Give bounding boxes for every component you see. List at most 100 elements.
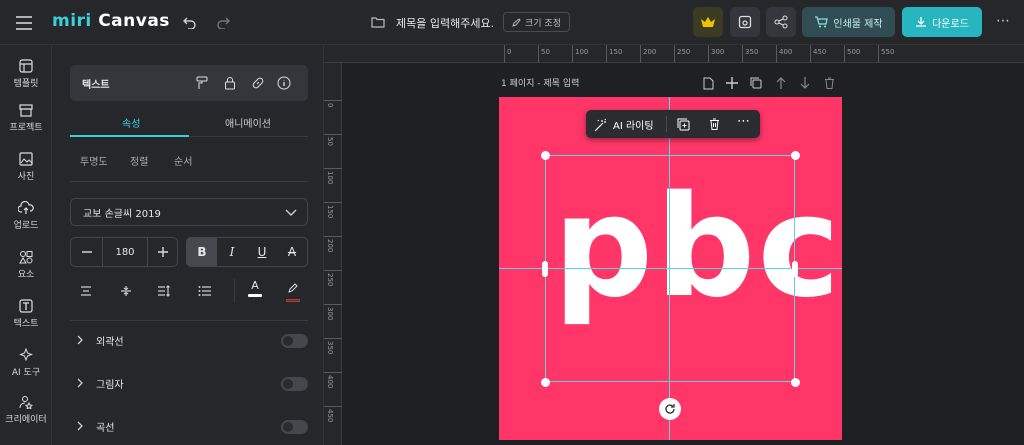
more-options-icon[interactable]: ⋯ [737, 114, 750, 129]
project-icon [19, 104, 33, 117]
ruler-tick-label: 200 [643, 48, 657, 56]
section-shadow[interactable]: 그림자 [70, 370, 308, 396]
info-icon[interactable] [276, 75, 292, 91]
bold-button[interactable]: B [187, 238, 217, 266]
chevron-down-icon [285, 209, 297, 216]
tab-animation[interactable]: 애니메이션 [225, 115, 271, 130]
ruler-tick-label: 200 [326, 239, 334, 253]
font-name: 교보 손글씨 2019 [83, 208, 161, 220]
ruler-tick-label: 0 [507, 48, 512, 56]
sidebar-item-creator[interactable]: 크리에이터 [0, 395, 52, 425]
ruler-tick-label: 400 [779, 48, 793, 56]
ruler-tick [674, 45, 675, 63]
subtab-align[interactable]: 정렬 [130, 153, 148, 168]
section-outline[interactable]: 외곽선 [70, 327, 308, 353]
underline-button[interactable]: U [247, 238, 277, 266]
chevron-right-icon [77, 335, 83, 345]
outline-toggle[interactable] [281, 334, 308, 348]
redo-icon[interactable] [213, 13, 233, 33]
selection-box[interactable] [545, 155, 795, 382]
sidebar-item-photos[interactable]: 사진 [0, 152, 52, 182]
folder-icon[interactable] [369, 13, 387, 31]
align-top-icon[interactable] [78, 283, 94, 299]
share-button[interactable] [766, 7, 796, 37]
line-height-icon[interactable] [156, 283, 172, 299]
ruler-tick-label: 300 [326, 307, 334, 321]
resize-button[interactable]: 크기 조정 [503, 12, 570, 32]
ruler-tick-label: 100 [326, 171, 334, 185]
sidebar-item-elements[interactable]: 요소 [0, 250, 52, 280]
resize-handle-br[interactable] [791, 378, 800, 387]
app-logo[interactable]: miri Canvas [52, 11, 170, 31]
divider [234, 279, 235, 303]
subtab-order[interactable]: 순서 [174, 153, 192, 168]
ruler-tick [742, 45, 743, 63]
download-button[interactable]: 다운로드 [902, 7, 982, 37]
ruler-tick [606, 45, 607, 63]
delete-page-icon[interactable] [822, 76, 836, 90]
premium-button[interactable] [693, 7, 723, 37]
increase-size-button[interactable] [147, 238, 177, 266]
document-title[interactable]: 제목을 입력해주세요. [396, 15, 494, 31]
ruler-tick [324, 100, 342, 101]
resize-handle-tl[interactable] [541, 151, 550, 160]
shadow-toggle[interactable] [281, 377, 308, 391]
magic-wand-icon [594, 118, 607, 131]
strikethrough-button[interactable]: A [277, 238, 307, 266]
duplicate-page-icon[interactable] [749, 76, 763, 90]
sidebar-item-projects[interactable]: 프로젝트 [0, 103, 52, 133]
sidebar-item-text[interactable]: 텍스트 [0, 299, 52, 329]
add-page-icon[interactable] [701, 76, 715, 90]
resize-handle-left[interactable] [542, 261, 548, 277]
font-family-select[interactable]: 교보 손글씨 2019 [70, 198, 308, 226]
ai-writing-button[interactable]: AI 라이팅 [594, 117, 654, 132]
font-size-stepper: 180 [70, 237, 178, 267]
resize-handle-tr[interactable] [791, 151, 800, 160]
more-menu-icon[interactable]: ⋯ [996, 13, 1010, 29]
section-curve[interactable]: 곡선 [70, 413, 308, 439]
italic-button[interactable]: I [217, 238, 247, 266]
horizontal-ruler[interactable]: 0 50 100 150 200 250 300 350 400 450 500 550 [500, 45, 1024, 63]
undo-icon[interactable] [180, 13, 200, 33]
ruler-tick [708, 45, 709, 63]
save-button[interactable] [730, 7, 760, 37]
properties-panel: 텍스트 속성 애니메이션 투명도 정렬 순서 교보 손글씨 2019 180 B… [52, 45, 324, 445]
page-label[interactable]: 1 페이지 - 제목 입력 [501, 76, 579, 89]
share-icon [774, 15, 788, 29]
move-down-icon[interactable] [798, 76, 812, 90]
link-icon[interactable] [250, 75, 266, 91]
ai-tools-icon [19, 348, 33, 362]
sidebar-item-templates[interactable]: 템플릿 [0, 59, 52, 89]
resize-handle-bl[interactable] [541, 378, 550, 387]
decrease-size-button[interactable] [71, 238, 103, 266]
ruler-tick [324, 134, 342, 135]
print-label: 인쇄물 제작 [833, 18, 883, 30]
ruler-tick [776, 45, 777, 63]
copy-element-icon[interactable] [676, 117, 690, 131]
font-size-input[interactable]: 180 [103, 238, 147, 266]
move-up-icon[interactable] [774, 76, 788, 90]
ruler-tick-label: 350 [326, 341, 334, 355]
print-order-button[interactable]: 인쇄물 제작 [802, 7, 895, 37]
format-paint-icon[interactable] [194, 75, 210, 91]
lock-icon[interactable] [222, 75, 238, 91]
vertical-ruler[interactable]: 0 50 100 150 200 250 300 350 400 450 [324, 63, 342, 445]
rotate-handle[interactable] [659, 398, 681, 420]
ruler-tick-label: 0 [326, 103, 334, 108]
subtab-opacity[interactable]: 투명도 [80, 153, 108, 168]
resize-handle-right[interactable] [792, 261, 798, 277]
ai-writing-label: AI 라이팅 [613, 121, 654, 132]
section-label: 그림자 [96, 379, 124, 391]
sidebar-item-upload[interactable]: 업로드 [0, 201, 52, 231]
tab-properties[interactable]: 속성 [122, 115, 140, 130]
delete-element-icon[interactable] [707, 117, 721, 131]
resize-label: 크기 조정 [525, 18, 561, 29]
sidebar-item-ai-tools[interactable]: AI 도구 [0, 348, 52, 378]
text-color-button[interactable]: A [246, 279, 264, 301]
list-icon[interactable] [196, 283, 212, 299]
menu-icon[interactable] [14, 13, 34, 33]
highlight-button[interactable] [284, 279, 302, 302]
align-middle-icon[interactable] [118, 283, 134, 299]
plus-icon[interactable] [725, 76, 739, 90]
curve-toggle[interactable] [281, 420, 308, 434]
